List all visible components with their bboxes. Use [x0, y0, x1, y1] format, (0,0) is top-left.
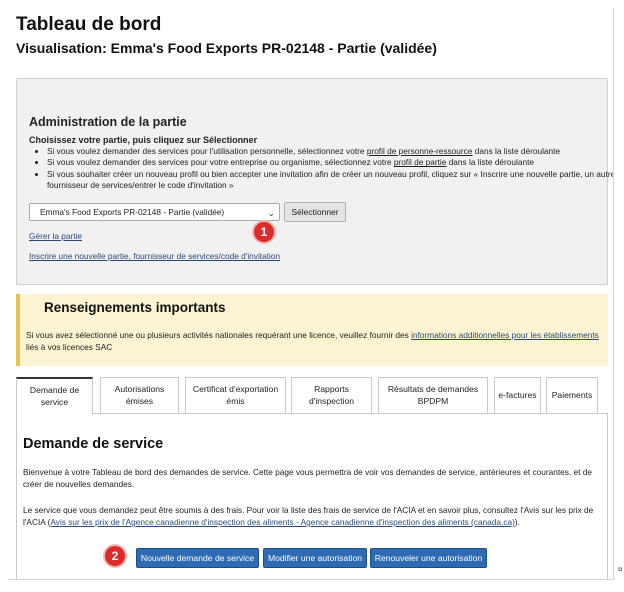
tab-service-request[interactable]: Demande de service — [16, 377, 93, 414]
tab-bpdpm-results[interactable]: Résultats de demandes BPDPM — [378, 377, 488, 413]
corner-mark: ¤ — [618, 565, 623, 574]
tab-payments[interactable]: Paiements — [546, 377, 598, 413]
party-administration-instructions-list: Si vous voulez demander des services pou… — [29, 146, 613, 192]
select-party-button[interactable]: Sélectionner — [284, 202, 346, 222]
instruction-item-new-profile: Si vous souhaiter créer un nouveau profi… — [47, 169, 613, 192]
modify-authorization-button[interactable]: Modifier une autorisation — [263, 548, 367, 568]
contact-profile-link[interactable]: profil de personne-ressource — [367, 146, 473, 156]
party-administration-panel: Administration de la partie Choisissez v… — [16, 78, 613, 285]
party-profile-link[interactable]: profil de partie — [394, 157, 447, 167]
party-select-value: Emma's Food Exports PR-02148 - Partie (v… — [40, 207, 225, 217]
important-information-text: Si vous avez sélectionné une ou plusieur… — [26, 330, 599, 352]
tab-e-invoices[interactable]: e-factures — [494, 377, 541, 413]
party-administration-heading: Administration de la partie — [29, 115, 187, 129]
page-subtitle: Visualisation: Emma's Food Exports PR-02… — [16, 40, 437, 56]
tab-export-certificates[interactable]: Certificat d'exportation émis — [185, 377, 286, 413]
dashboard-frame: Tableau de bord Visualisation: Emma's Fo… — [8, 8, 614, 580]
callout-badge-2: 2 — [105, 546, 125, 566]
party-administration-instruction: Choisissez votre partie, puis cliquez su… — [29, 135, 258, 145]
service-request-intro: Bienvenue à votre Tableau de bord des de… — [23, 467, 592, 489]
tab-issued-authorizations[interactable]: Autorisations émises — [100, 377, 179, 413]
manage-party-link[interactable]: Gérer la partie — [29, 231, 82, 241]
important-information-alert: Renseignements importants Si vous avez s… — [16, 294, 608, 366]
important-information-heading: Renseignements importants — [44, 300, 226, 315]
cfia-fees-notice-link[interactable]: Avis sur les prix de l'Agence canadienne… — [50, 517, 514, 527]
renew-authorization-button[interactable]: Renouveler une autorisation — [370, 548, 487, 568]
establishment-info-link[interactable]: informations additionnelles pour les éta… — [411, 330, 599, 340]
new-service-request-button[interactable]: Nouvelle demande de service — [136, 548, 259, 568]
callout-badge-1: 1 — [254, 222, 274, 242]
service-request-heading: Demande de service — [23, 436, 164, 452]
register-new-party-link[interactable]: Inscrire une nouvelle partie, fournisseu… — [29, 251, 280, 261]
chevron-down-icon: ⌄ — [267, 208, 275, 218]
instruction-item-business: Si vous voulez demander des services pou… — [47, 157, 613, 168]
party-select[interactable]: Emma's Food Exports PR-02148 - Partie (v… — [29, 203, 280, 221]
service-fees-notice: Le service que vous demandez peut être s… — [23, 505, 594, 527]
instruction-item-personal: Si vous voulez demander des services pou… — [47, 146, 613, 157]
tab-inspection-reports[interactable]: Rapports d'inspection — [291, 377, 372, 413]
page-title: Tableau de bord — [16, 14, 162, 35]
